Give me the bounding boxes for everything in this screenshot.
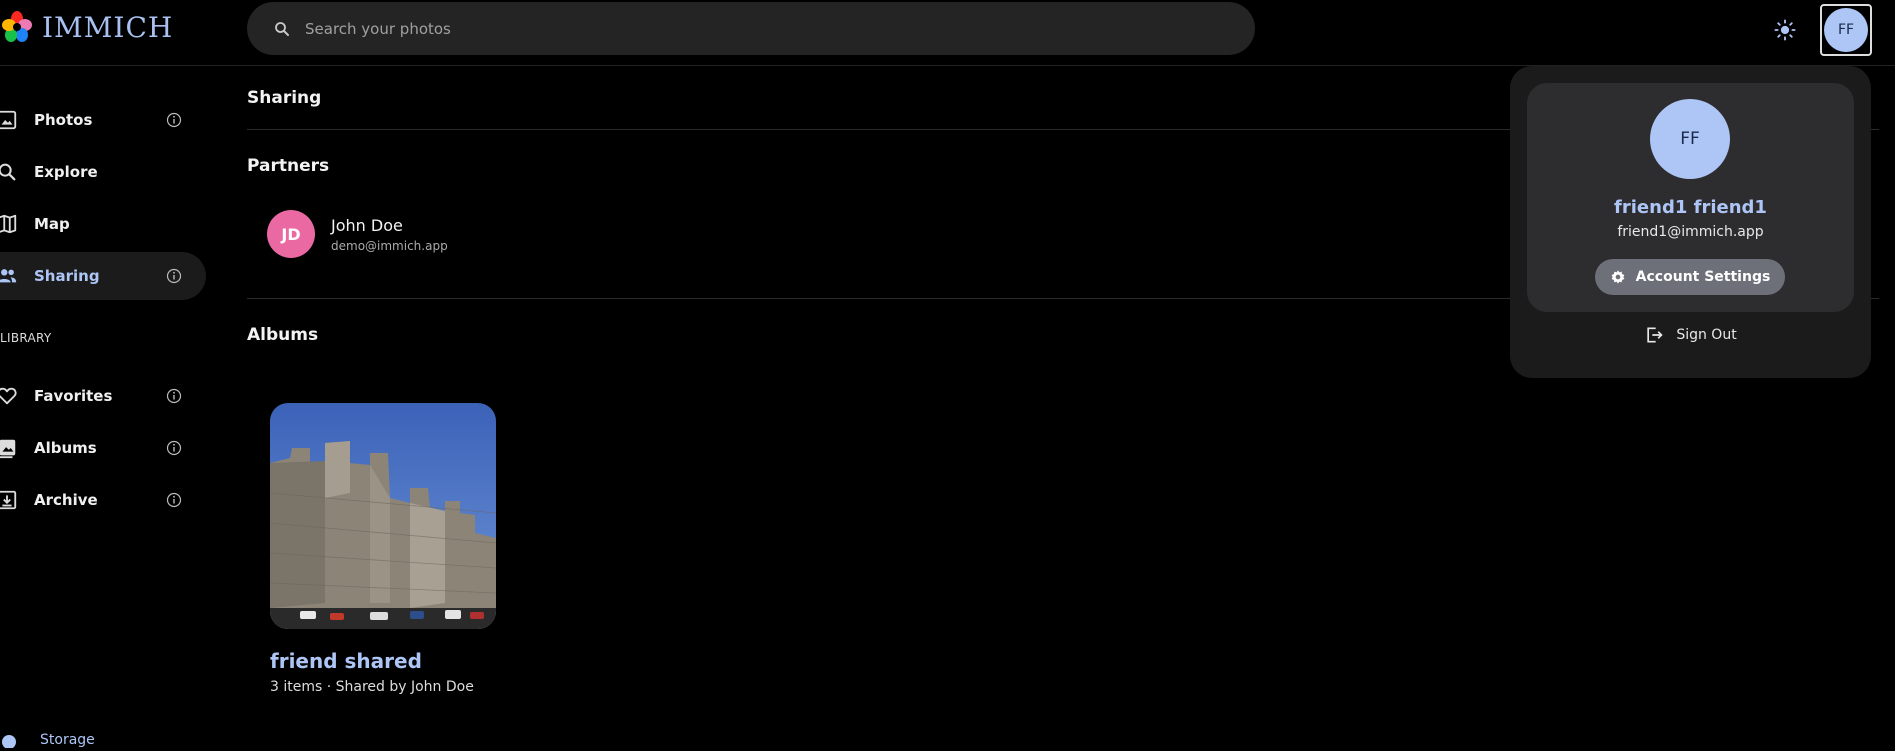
sidebar-item-archive[interactable]: Archive xyxy=(0,476,206,524)
sidebar-item-label: Sharing xyxy=(34,267,100,285)
sign-out-button[interactable]: Sign Out xyxy=(1510,325,1871,345)
info-icon[interactable] xyxy=(166,440,182,456)
immich-logo[interactable]: IMMICH xyxy=(0,10,173,44)
album-title[interactable]: friend shared xyxy=(270,649,496,673)
album-card[interactable]: friend shared 3 items · Shared by John D… xyxy=(270,403,496,695)
sidebar-item-label: Map xyxy=(34,215,70,233)
page-title: Sharing xyxy=(247,88,322,108)
sidebar-item-label: Albums xyxy=(34,439,97,457)
sidebar: Photos Explore Map Sharing LIBRARY Favor… xyxy=(0,66,230,751)
gear-icon xyxy=(1611,270,1625,284)
info-icon[interactable] xyxy=(166,112,182,128)
album-meta: 3 items · Shared by John Doe xyxy=(270,679,474,695)
account-menu: FF friend1 friend1 friend1@immich.app Ac… xyxy=(1510,66,1871,378)
people-icon xyxy=(0,269,17,283)
user-name: friend1 friend1 xyxy=(1614,197,1767,218)
sidebar-item-albums[interactable]: Albums xyxy=(0,424,206,472)
sidebar-item-label: Explore xyxy=(34,163,98,181)
partner-name: John Doe xyxy=(331,215,403,235)
cloud-icon xyxy=(2,735,16,748)
search-icon xyxy=(0,163,16,181)
heart-icon xyxy=(0,387,17,405)
account-info-card: FF friend1 friend1 friend1@immich.app Ac… xyxy=(1527,83,1854,312)
sidebar-item-label: Favorites xyxy=(34,387,113,405)
logout-icon xyxy=(1647,327,1663,343)
archive-icon xyxy=(0,490,17,510)
info-icon[interactable] xyxy=(166,492,182,508)
sidebar-item-favorites[interactable]: Favorites xyxy=(0,372,206,420)
sidebar-item-map[interactable]: Map xyxy=(0,200,206,248)
info-icon[interactable] xyxy=(166,388,182,404)
search-icon xyxy=(275,21,289,36)
top-bar: IMMICH Search your photos FF xyxy=(0,0,1895,66)
account-settings-label: Account Settings xyxy=(1635,269,1771,285)
app-name: IMMICH xyxy=(42,10,174,44)
immich-logo-icon xyxy=(2,11,32,42)
album-icon xyxy=(0,439,16,459)
library-section-label: LIBRARY xyxy=(0,331,52,345)
account-settings-button[interactable]: Account Settings xyxy=(1595,259,1785,295)
user-email: friend1@immich.app xyxy=(1617,224,1764,240)
album-thumbnail[interactable] xyxy=(270,403,496,629)
sun-icon xyxy=(1774,19,1796,41)
partner-email: demo@immich.app xyxy=(331,238,448,253)
account-avatar-button[interactable]: FF xyxy=(1820,4,1872,56)
map-icon xyxy=(0,214,17,234)
sidebar-item-label: Archive xyxy=(34,491,98,509)
storage-indicator[interactable]: Storage xyxy=(0,732,95,748)
info-icon[interactable] xyxy=(166,268,182,284)
search-input[interactable]: Search your photos xyxy=(305,20,451,38)
partner-item[interactable]: JD John Doe demo@immich.app xyxy=(267,210,448,258)
storage-label: Storage xyxy=(40,732,95,748)
avatar: FF xyxy=(1824,8,1868,52)
partner-avatar: JD xyxy=(267,210,315,258)
sidebar-item-label: Photos xyxy=(34,111,93,129)
album-thumbnail-image xyxy=(270,403,496,629)
partners-heading: Partners xyxy=(247,156,330,176)
sidebar-item-explore[interactable]: Explore xyxy=(0,148,206,196)
photo-icon xyxy=(0,110,17,130)
theme-toggle-button[interactable] xyxy=(1772,17,1798,43)
search-bar[interactable]: Search your photos xyxy=(247,2,1255,55)
sidebar-item-sharing[interactable]: Sharing xyxy=(0,252,206,300)
sidebar-item-photos[interactable]: Photos xyxy=(0,96,206,144)
albums-heading: Albums xyxy=(247,325,319,345)
avatar: FF xyxy=(1650,99,1730,179)
sign-out-label: Sign Out xyxy=(1676,327,1737,343)
partner-info: John Doe demo@immich.app xyxy=(331,216,448,253)
